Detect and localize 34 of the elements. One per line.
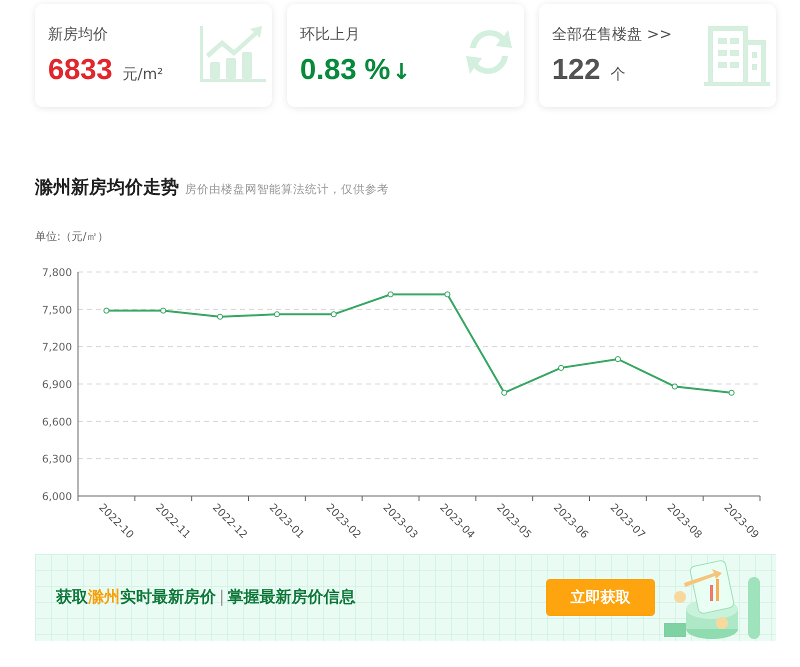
stat-value: 122: [552, 54, 600, 87]
data-point: [672, 384, 678, 390]
data-point: [444, 291, 450, 298]
y-tick-label: 7,200: [42, 342, 72, 354]
data-point: [501, 390, 508, 396]
rising-chart-icon: [200, 24, 266, 84]
stat-value: 6833: [48, 54, 113, 87]
stat-value: 0.83 %: [300, 54, 390, 87]
stat-unit: 元/m²: [122, 65, 164, 84]
data-point: [103, 308, 110, 314]
data-point: [217, 314, 224, 320]
down-arrow: ↓: [392, 60, 411, 85]
y-tick-label: 7,800: [42, 267, 72, 279]
y-tick-label: 6,300: [42, 454, 72, 466]
unit-label: 单位:（元/㎡）: [35, 229, 110, 244]
data-point: [274, 311, 280, 318]
building-icon: [704, 24, 770, 86]
section-note: 房价由楼盘网智能算法统计，仅供参考: [185, 182, 389, 197]
stat-unit: 个: [610, 65, 626, 84]
y-tick-label: 6,900: [42, 379, 72, 391]
data-point: [728, 390, 735, 396]
section-title: 滁州新房均价走势: [35, 176, 179, 199]
y-tick-label: 7,500: [42, 304, 72, 316]
data-point: [388, 291, 394, 298]
data-point: [160, 308, 166, 314]
all-listings-link[interactable]: 全部在售楼盘 >>: [552, 25, 672, 44]
stat-label: 新房均价: [48, 25, 108, 44]
stat-label: 环比上月: [300, 25, 360, 44]
data-point: [558, 364, 564, 371]
data-point: [614, 356, 621, 362]
y-tick-label: 6,000: [42, 491, 72, 503]
data-point: [330, 311, 337, 318]
y-tick-label: 6,600: [42, 416, 72, 428]
banner-headline: 获取滁州实时最新房价 | 掌握最新房价信息: [56, 587, 356, 608]
